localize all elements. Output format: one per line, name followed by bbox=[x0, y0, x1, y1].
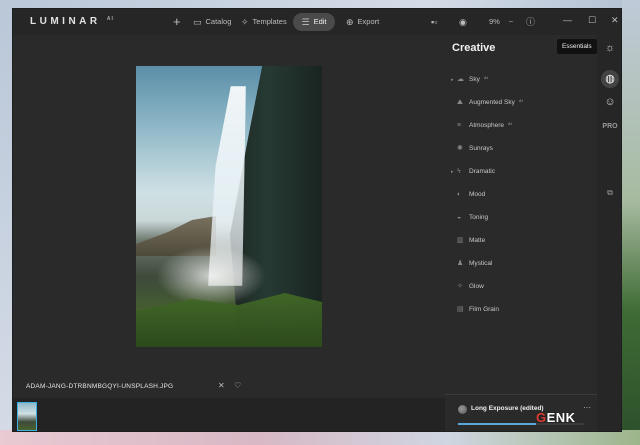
tool-sunrays[interactable]: ✺ Sunrays bbox=[445, 142, 597, 156]
tool-label: Mood bbox=[469, 191, 486, 198]
app-logo: LUMINAR AI bbox=[30, 16, 114, 27]
tool-label: Glow bbox=[469, 283, 484, 290]
tool-dramatic[interactable]: ▸ ϟ Dramatic bbox=[445, 165, 597, 179]
tool-augmented-sky[interactable]: ⛰ Augmented Sky AI bbox=[445, 96, 597, 110]
bolt-icon: ϟ bbox=[457, 168, 461, 175]
chevron-right-icon: ▸ bbox=[451, 169, 454, 175]
pro-button[interactable]: PRO bbox=[601, 118, 619, 136]
tool-mood[interactable]: ◐ Mood bbox=[445, 188, 597, 202]
close-icon: ✕ bbox=[218, 381, 225, 390]
folder-icon: ▭ bbox=[193, 17, 202, 27]
mood-icon: ◐ bbox=[457, 191, 462, 198]
ai-badge: AI bbox=[508, 121, 512, 126]
favorite-button[interactable]: ♡ bbox=[234, 381, 241, 390]
tool-toning[interactable]: ◒ Toning bbox=[445, 211, 597, 225]
portrait-button[interactable]: ☺ bbox=[601, 93, 619, 111]
lines-icon: ≡ bbox=[457, 122, 462, 129]
tool-label: Mystical bbox=[469, 260, 493, 267]
templates-icon: ✧ bbox=[241, 17, 249, 27]
compare-icon: ▪▫ bbox=[431, 17, 438, 27]
tool-label: Matte bbox=[469, 237, 486, 244]
image-canvas[interactable]: ADAM-JANG-DTRBNMBGQYI-UNSPLASH.JPG ✕ ♡ bbox=[13, 35, 445, 431]
ai-badge: AI bbox=[519, 98, 523, 103]
zoom-out-button[interactable]: – bbox=[509, 13, 513, 31]
canvas-button[interactable]: ⧉ bbox=[601, 184, 619, 202]
preview-toggle[interactable]: ◉ bbox=[459, 13, 467, 31]
tool-glow[interactable]: ✧ Glow bbox=[445, 280, 597, 294]
top-toolbar: LUMINAR AI + ▭ Catalog ✧ Templates ☰ Edi… bbox=[13, 9, 621, 35]
image-filename: ADAM-JANG-DTRBNMBGQYI-UNSPLASH.JPG bbox=[26, 383, 174, 390]
panel-title: Creative bbox=[452, 42, 496, 54]
add-photos-button[interactable]: + bbox=[173, 13, 181, 31]
close-icon: ✕ bbox=[611, 15, 619, 25]
watermark-logo: GENK bbox=[536, 410, 576, 425]
tool-label: Sunrays bbox=[469, 145, 493, 152]
waterfall-photo[interactable] bbox=[136, 66, 322, 347]
eye-icon: ◉ bbox=[459, 17, 467, 27]
photo-mist bbox=[156, 246, 266, 306]
tool-sky[interactable]: ▸ ☁ Sky AI bbox=[445, 73, 597, 87]
help-icon: ⓘ bbox=[526, 17, 536, 27]
help-button[interactable]: ⓘ bbox=[526, 13, 535, 31]
tools-panel: Creative ▸ ☁ Sky AI ⛰ Augmented Sky AI ≡ Atmosph… bbox=[445, 35, 597, 431]
tool-label: Augmented Sky bbox=[469, 99, 515, 106]
sliders-icon: ☰ bbox=[301, 17, 310, 27]
cloud-icon: ☁ bbox=[457, 76, 464, 83]
palette-icon: ◍ bbox=[605, 73, 615, 85]
tool-atmosphere[interactable]: ≡ Atmosphere AI bbox=[445, 119, 597, 133]
creative-button[interactable]: ◍ bbox=[601, 70, 619, 88]
minimize-icon: — bbox=[563, 15, 572, 25]
filmstrip bbox=[13, 398, 445, 431]
templates-tab[interactable]: ✧ Templates bbox=[241, 13, 287, 31]
desktop-taskbar-strip bbox=[0, 430, 640, 445]
export-tab[interactable]: ⊕ Export bbox=[346, 13, 379, 31]
sun-icon: ☼ bbox=[604, 42, 616, 54]
tool-matte[interactable]: ▥ Matte bbox=[445, 234, 597, 248]
glow-icon: ✧ bbox=[457, 283, 463, 290]
look-amount-fill bbox=[458, 423, 537, 425]
tool-label: Film Grain bbox=[469, 306, 499, 313]
tool-label: Atmosphere bbox=[469, 122, 505, 129]
minus-icon: – bbox=[509, 18, 513, 25]
chevron-right-icon: ▸ bbox=[451, 77, 454, 83]
zoom-level[interactable]: 9% bbox=[489, 13, 500, 31]
look-avatar bbox=[458, 405, 467, 414]
look-more-button[interactable]: ··· bbox=[583, 403, 591, 412]
plus-icon: + bbox=[173, 14, 181, 29]
more-icon: ··· bbox=[583, 403, 591, 412]
tool-category-rail: ☼ ◍ ☺ PRO ⧉ bbox=[597, 35, 621, 431]
minimize-button[interactable]: — bbox=[563, 15, 572, 25]
look-name: Long Exposure (edited) bbox=[471, 405, 544, 412]
matte-icon: ▥ bbox=[457, 237, 464, 244]
tool-mystical[interactable]: ♟ Mystical bbox=[445, 257, 597, 271]
maximize-icon: ☐ bbox=[588, 15, 597, 25]
filmstrip-thumbnail[interactable] bbox=[17, 402, 37, 431]
tool-label: Toning bbox=[469, 214, 489, 221]
desktop-background bbox=[622, 0, 640, 445]
tool-label: Sky bbox=[469, 76, 480, 83]
maximize-button[interactable]: ☐ bbox=[588, 15, 596, 26]
essentials-button[interactable]: ☼ bbox=[601, 39, 619, 57]
reject-button[interactable]: ✕ bbox=[218, 381, 225, 390]
close-window-button[interactable]: ✕ bbox=[611, 15, 619, 26]
compare-toggle[interactable]: ▪▫ bbox=[431, 13, 437, 31]
tool-label: Dramatic bbox=[469, 168, 496, 175]
edit-tab[interactable]: ☰ Edit bbox=[293, 13, 335, 31]
figure-icon: ♟ bbox=[457, 260, 464, 267]
luminar-window: LUMINAR AI + ▭ Catalog ✧ Templates ☰ Edi… bbox=[12, 8, 622, 432]
essentials-tooltip: Essentials bbox=[557, 39, 597, 54]
layers-icon: ⧉ bbox=[607, 188, 613, 197]
cloud-mountain-icon: ⛰ bbox=[457, 99, 463, 106]
sun-icon: ✺ bbox=[457, 145, 463, 152]
export-icon: ⊕ bbox=[346, 17, 354, 27]
ai-badge: AI bbox=[484, 75, 488, 80]
film-icon: ▤ bbox=[457, 306, 464, 313]
drop-icon: ◒ bbox=[457, 214, 462, 221]
catalog-tab[interactable]: ▭ Catalog bbox=[193, 13, 231, 31]
face-icon: ☺ bbox=[604, 96, 616, 108]
heart-icon: ♡ bbox=[234, 381, 242, 390]
tool-film-grain[interactable]: ▤ Film Grain bbox=[445, 303, 597, 317]
